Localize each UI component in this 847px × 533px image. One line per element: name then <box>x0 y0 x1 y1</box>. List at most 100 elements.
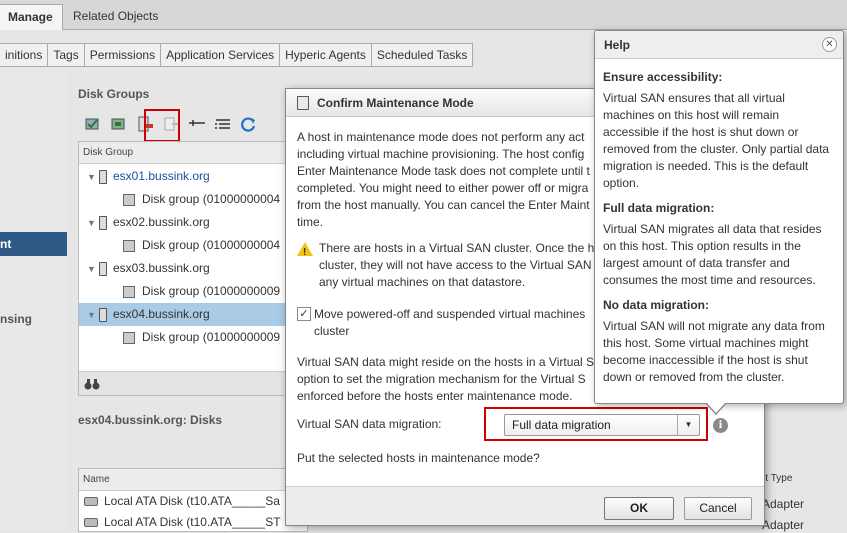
host-name: esx04.bussink.org <box>113 307 210 321</box>
nav-item-management[interactable]: nt <box>0 232 67 256</box>
binoculars-icon[interactable] <box>84 377 100 394</box>
subtab-application-services[interactable]: Application Services <box>160 43 281 67</box>
host-name: esx02.bussink.org <box>113 215 210 229</box>
subtab-permissions[interactable]: Permissions <box>83 43 162 67</box>
host-row-selected[interactable]: ▼ esx04.bussink.org <box>79 303 297 326</box>
grid-footer <box>79 371 297 395</box>
help-content: Ensure accessibility: Virtual SAN ensure… <box>603 69 837 394</box>
description-line: time. <box>297 215 324 229</box>
nav-item-licensing[interactable]: nsing <box>0 307 67 331</box>
disk-group-name: Disk group (01000000009 <box>142 284 281 298</box>
description-line: from the host manually. You can cancel t… <box>297 198 590 212</box>
host-icon <box>99 215 107 230</box>
help-popup: Help ✕ Ensure accessibility: Virtual SAN… <box>594 30 844 415</box>
disk-name: Local ATA Disk (t10.ATA_____ST <box>104 515 281 529</box>
host-name: esx03.bussink.org <box>113 261 210 275</box>
collapse-arrow-icon[interactable]: ▼ <box>87 212 97 234</box>
description-line: Enter Maintenance Mode task does not com… <box>297 164 590 178</box>
disks-table: Name Local ATA Disk (t10.ATA_____Sa Loca… <box>78 468 308 532</box>
toolbar-highlight-box <box>144 109 180 142</box>
tab-manage[interactable]: Manage <box>0 4 63 30</box>
description-line: A host in maintenance mode does not perf… <box>297 130 585 144</box>
host-icon <box>99 307 107 322</box>
dialog-description: A host in maintenance mode does not perf… <box>297 129 597 231</box>
subtab-tags[interactable]: Tags <box>47 43 85 67</box>
create-disk-group-icon[interactable] <box>110 116 128 132</box>
disk-row[interactable]: Local ATA Disk (t10.ATA_____ST <box>79 512 307 533</box>
disk-group-row[interactable]: Disk group (01000000004 <box>79 188 297 211</box>
tab-related-objects[interactable]: Related Objects <box>64 4 167 30</box>
list-icon[interactable] <box>214 116 232 132</box>
hard-disk-icon <box>84 497 98 507</box>
disk-group-row[interactable]: Disk group (01000000004 <box>79 234 297 257</box>
disk-name: Local ATA Disk (t10.ATA_____Sa <box>104 494 280 508</box>
disk-adapter-cell: Adapter <box>762 518 805 532</box>
refresh-icon[interactable] <box>240 116 258 132</box>
help-heading: Full data migration: <box>603 201 715 215</box>
collapse-arrow-icon[interactable]: ▼ <box>87 258 97 280</box>
warning-icon <box>297 242 313 261</box>
warning-line: There are hosts in a Virtual SAN cluster… <box>319 241 595 255</box>
dialog-footer: OK Cancel <box>286 486 764 525</box>
vsan-info-text: Virtual SAN data might reside on the hos… <box>297 354 597 405</box>
checkbox-label-line: cluster <box>314 324 350 338</box>
dialog-title: Confirm Maintenance Mode <box>317 96 474 110</box>
cancel-button[interactable]: Cancel <box>684 497 752 520</box>
host-icon <box>297 96 309 110</box>
help-heading: No data migration: <box>603 298 710 312</box>
help-header: Help ✕ <box>595 31 843 59</box>
description-line: including virtual machine provisioning. … <box>297 147 585 161</box>
vsan-info-line: option to set the migration mechanism fo… <box>297 372 586 386</box>
maintenance-question: Put the selected hosts in maintenance mo… <box>297 451 540 465</box>
disk-group-icon <box>123 331 135 344</box>
disk-group-column-header[interactable]: Disk Group <box>79 142 297 164</box>
disk-row[interactable]: Local ATA Disk (t10.ATA_____Sa <box>79 491 307 512</box>
collapse-arrow-icon[interactable]: ▼ <box>87 166 97 188</box>
collapse-arrow-icon[interactable]: ▼ <box>87 304 97 326</box>
disk-group-icon <box>123 239 135 252</box>
disk-group-row[interactable]: Disk group (01000000009 <box>79 280 297 303</box>
move-vms-checkbox-label: Move powered-off and suspended virtual m… <box>314 306 604 340</box>
host-row[interactable]: ▼ esx01.bussink.org <box>79 165 297 188</box>
subtab-definitions[interactable]: initions <box>0 43 49 67</box>
disk-group-name: Disk group (01000000009 <box>142 330 281 344</box>
host-icon <box>99 169 107 184</box>
vsan-migration-select[interactable]: Full data migration ▼ <box>504 414 700 436</box>
move-vms-checkbox[interactable]: ✓ <box>297 307 311 321</box>
left-nav: nt nsing <box>0 72 67 532</box>
description-line: completed. You might need to either powe… <box>297 181 589 195</box>
disks-panel-title: esx04.bussink.org: Disks <box>78 413 223 427</box>
top-tab-bar: Manage Related Objects <box>0 0 847 30</box>
host-row[interactable]: ▼ esx03.bussink.org <box>79 257 297 280</box>
info-icon[interactable]: i <box>713 418 728 433</box>
help-heading: Ensure accessibility: <box>603 70 723 84</box>
help-title: Help <box>604 38 631 52</box>
host-icon <box>99 261 107 276</box>
disk-group-icon <box>123 193 135 206</box>
disk-group-name: Disk group (01000000004 <box>142 238 281 252</box>
vsan-info-line: enforced before the hosts enter maintena… <box>297 389 573 403</box>
warning-line: cluster, they will not have access to th… <box>319 258 592 272</box>
subtab-scheduled-tasks[interactable]: Scheduled Tasks <box>370 43 474 67</box>
host-row[interactable]: ▼ esx02.bussink.org <box>79 211 297 234</box>
disks-port-type-header: rt Type <box>762 473 793 484</box>
disks-name-column-header[interactable]: Name <box>79 469 307 491</box>
hard-disk-icon <box>84 518 98 528</box>
chevron-down-icon[interactable]: ▼ <box>677 415 699 435</box>
sub-tab-bar: initions Tags Permissions Application Se… <box>0 43 474 68</box>
help-paragraph: Virtual SAN will not migrate any data fr… <box>603 319 825 384</box>
close-icon[interactable]: ✕ <box>822 37 837 52</box>
disk-groups-grid: Disk Group ▼ esx01.bussink.org Disk group… <box>78 141 298 396</box>
warning-line: any virtual machines on that datastore. <box>319 275 526 289</box>
disk-group-row[interactable]: Disk group (01000000009 <box>79 326 297 349</box>
vsan-migration-label: Virtual SAN data migration: <box>297 417 442 431</box>
collapse-icon[interactable] <box>188 116 206 132</box>
claim-disks-icon[interactable] <box>84 116 102 132</box>
disk-group-icon <box>123 285 135 298</box>
checkbox-label-line: Move powered-off and suspended virtual m… <box>314 307 586 321</box>
vsan-migration-value: Full data migration <box>512 418 611 432</box>
disk-group-name: Disk group (01000000004 <box>142 192 281 206</box>
ok-button[interactable]: OK <box>604 497 674 520</box>
help-paragraph: Virtual SAN migrates all data that resid… <box>603 222 822 287</box>
subtab-hyperic-agents[interactable]: Hyperic Agents <box>279 43 372 67</box>
